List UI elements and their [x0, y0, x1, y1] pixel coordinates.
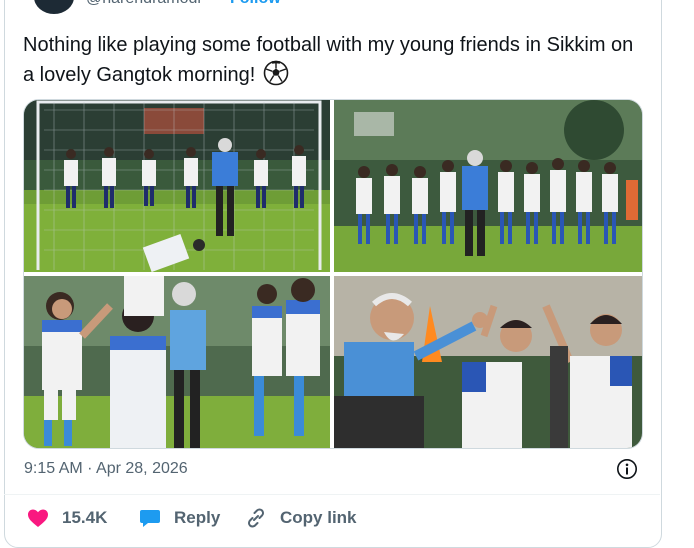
photo-football-goal-group[interactable]	[24, 100, 330, 272]
copy-link-label: Copy link	[280, 508, 357, 527]
tweet-timestamp[interactable]: 9:15 AM · Apr 28, 2026	[24, 460, 188, 478]
photo-high-five-boys[interactable]	[334, 276, 642, 448]
media-grid[interactable]	[23, 99, 643, 449]
heart-icon	[28, 509, 48, 527]
divider	[4, 494, 660, 495]
link-icon	[247, 508, 265, 528]
follow-button[interactable]: Follow	[230, 0, 281, 8]
reply-label: Reply	[174, 508, 221, 527]
like-count: 15.4K	[62, 508, 108, 527]
tweet-text-body: Nothing like playing some football with …	[23, 34, 634, 86]
reply-button[interactable]: Reply	[138, 504, 220, 532]
like-button[interactable]: 15.4K	[26, 504, 107, 532]
soccer-ball-icon	[263, 60, 289, 86]
action-bar: 15.4K Reply Copy link	[0, 504, 694, 532]
photo-high-five-girl[interactable]	[24, 276, 330, 448]
tweet-text: Nothing like playing some football with …	[23, 31, 643, 90]
author-handle[interactable]: @narendramodi	[86, 0, 201, 8]
photo-team-jogging[interactable]	[334, 100, 642, 272]
info-icon[interactable]	[616, 458, 638, 480]
reply-bubble-icon	[140, 510, 160, 527]
copy-link-button[interactable]: Copy link	[244, 504, 357, 532]
